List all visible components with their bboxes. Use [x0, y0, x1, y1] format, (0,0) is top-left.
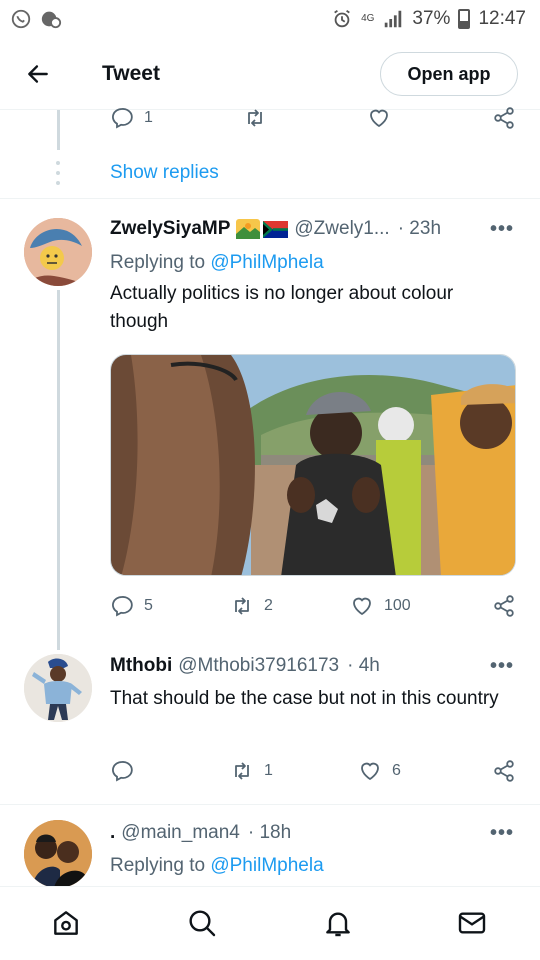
tweet-actions: 5 2 100	[0, 594, 540, 622]
share-button[interactable]	[492, 594, 516, 618]
more-button[interactable]: •••	[490, 655, 514, 678]
share-button[interactable]	[492, 106, 516, 130]
back-button[interactable]	[0, 38, 76, 110]
share-icon	[494, 760, 514, 782]
alarm-icon	[334, 9, 350, 28]
flag-emojis-icon	[236, 219, 289, 239]
display-name[interactable]: ZwelySiyaMP	[110, 218, 230, 240]
notification-icon	[41, 11, 62, 29]
share-icon	[494, 107, 514, 129]
retweet-icon	[248, 109, 262, 127]
replying-to: Replying to @PhilMphela	[110, 252, 324, 274]
reply-icon	[112, 596, 133, 617]
network-type: 4G	[361, 13, 375, 24]
divider	[0, 198, 540, 199]
avatar-image	[24, 820, 92, 888]
tweet-photo	[111, 355, 515, 575]
reply-icon	[112, 761, 133, 782]
avatar[interactable]	[24, 820, 92, 888]
display-name[interactable]: Mthobi	[110, 655, 172, 677]
more-button[interactable]: •••	[490, 218, 514, 241]
user-handle[interactable]: @main_man4	[121, 822, 240, 844]
more-button[interactable]: •••	[490, 822, 514, 845]
like-button[interactable]: 100	[350, 594, 411, 618]
tweet-actions: 1 6	[0, 759, 540, 787]
heart-icon	[361, 762, 379, 781]
avatar-image	[24, 654, 92, 722]
arrow-left-icon	[28, 64, 48, 83]
more-icon: •••	[489, 218, 514, 240]
more-icon: •••	[489, 822, 514, 844]
retweet-count: 2	[264, 597, 273, 614]
mail-icon	[458, 912, 486, 934]
like-count: 6	[392, 762, 401, 779]
page-title: Tweet	[102, 61, 160, 85]
tweet-time: · 4h	[347, 655, 380, 676]
nav-notifications[interactable]	[320, 905, 356, 941]
bell-icon	[326, 912, 350, 937]
open-app-button[interactable]: Open app	[380, 52, 518, 96]
avatar-image	[24, 218, 92, 286]
replying-to: Replying to @PhilMphela	[110, 855, 324, 877]
top-header: Tweet Open app	[0, 38, 540, 110]
battery-percent: 37%	[412, 8, 451, 29]
avatar[interactable]	[24, 218, 92, 286]
reply-count: 5	[144, 597, 153, 614]
nav-messages[interactable]	[454, 905, 490, 941]
reply-count: 1	[144, 109, 153, 126]
retweet-icon	[235, 597, 249, 615]
dotted-thread-icon	[56, 161, 60, 185]
search-icon	[189, 910, 216, 937]
battery-icon	[458, 9, 471, 29]
like-count: 100	[384, 597, 411, 614]
show-replies-link[interactable]: Show replies	[110, 162, 219, 184]
replying-prefix: Replying to	[110, 252, 211, 273]
tweet-time: · 23h	[397, 218, 442, 239]
share-button[interactable]	[492, 759, 516, 783]
signal-icon	[385, 10, 402, 28]
user-handle[interactable]: @Zwely1...	[294, 218, 389, 240]
home-icon	[54, 911, 78, 935]
retweet-button[interactable]	[243, 106, 267, 130]
tweet-author-row: Mthobi @Mthobi37916173 · 4h	[110, 655, 380, 677]
divider	[0, 804, 540, 805]
avatar[interactable]	[24, 654, 92, 722]
retweet-button[interactable]: 2	[230, 594, 273, 618]
retweet-count: 1	[264, 762, 273, 779]
more-icon: •••	[489, 655, 514, 677]
tweet-author-row: . @main_man4 · 18h	[110, 822, 291, 844]
reply-icon	[112, 108, 133, 129]
reply-button[interactable]: 5	[110, 594, 153, 618]
retweet-icon	[235, 762, 249, 780]
replying-to-link[interactable]: @PhilMphela	[210, 252, 323, 273]
nav-home[interactable]	[48, 905, 84, 941]
heart-icon	[353, 597, 371, 616]
reply-button[interactable]	[110, 759, 144, 783]
nav-search[interactable]	[184, 905, 220, 941]
tweet-text: Actually politics is no longer about col…	[110, 283, 454, 332]
display-name[interactable]: .	[110, 822, 115, 844]
tweet-media[interactable]	[110, 354, 516, 576]
replying-prefix: Replying to	[110, 855, 211, 876]
replying-to-link[interactable]: @PhilMphela	[210, 855, 323, 876]
whatsapp-icon	[11, 9, 31, 29]
reply-button[interactable]: 1	[110, 106, 153, 130]
like-button[interactable]: 6	[358, 759, 401, 783]
heart-icon	[370, 109, 388, 128]
status-bar: 4G 37% 12:47	[0, 0, 540, 38]
user-handle[interactable]: @Mthobi37916173	[178, 655, 339, 677]
clock: 12:47	[478, 8, 526, 29]
tweet-author-row: ZwelySiyaMP @Zwely1... · 23h	[110, 218, 441, 240]
like-button[interactable]	[367, 106, 391, 130]
top-tweet-actions: 1	[0, 106, 540, 134]
tweet-text: That should be the case but not in this …	[110, 688, 499, 709]
tweet-time: · 18h	[247, 822, 292, 843]
bottom-navigation	[0, 886, 540, 960]
share-icon	[494, 595, 514, 617]
retweet-button[interactable]: 1	[230, 759, 273, 783]
